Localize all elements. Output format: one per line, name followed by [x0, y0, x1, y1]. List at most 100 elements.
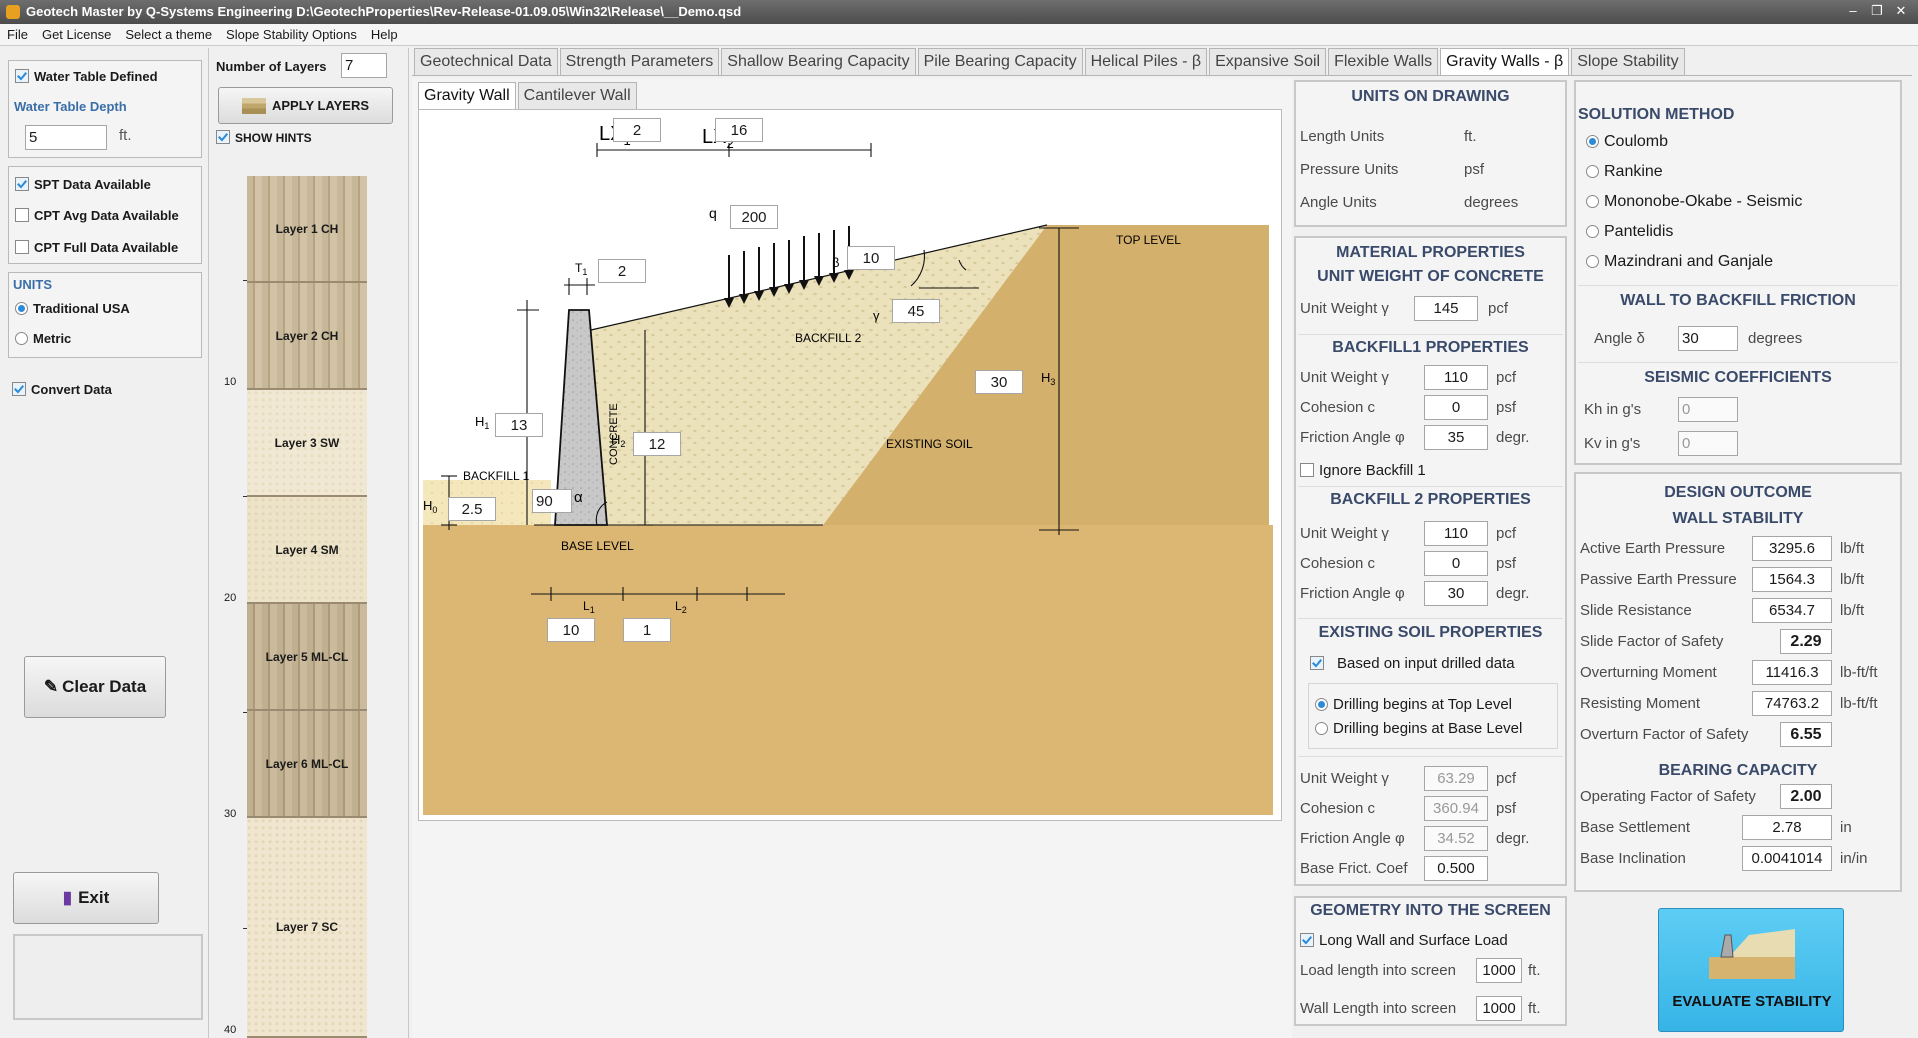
q-input[interactable]: 200: [730, 205, 778, 229]
evaluate-stability-button[interactable]: EVALUATE STABILITY: [1658, 908, 1844, 1032]
close-icon[interactable]: ✕: [1890, 2, 1912, 20]
app-icon: [6, 5, 20, 19]
unit-usa-radio[interactable]: Traditional USA: [15, 301, 130, 316]
unit-metric-radio[interactable]: Metric: [15, 331, 71, 346]
lx1-input[interactable]: 2: [613, 118, 661, 142]
menu-slope-options[interactable]: Slope Stability Options: [219, 24, 364, 45]
bf2-friction-input[interactable]: 30: [1424, 581, 1488, 606]
bf2-unit-weight-input[interactable]: 110: [1424, 521, 1488, 546]
tab-gravity-wall[interactable]: Gravity Wall: [418, 82, 516, 109]
clear-data-button[interactable]: ✎ Clear Data: [24, 656, 166, 718]
exit-button[interactable]: ▮ Exit: [13, 872, 159, 924]
water-table-checkbox[interactable]: Water Table Defined: [15, 69, 158, 84]
menu-select-theme[interactable]: Select a theme: [118, 24, 219, 45]
cpt-avg-checkbox[interactable]: CPT Avg Data Available: [15, 208, 179, 223]
water-table-depth-input[interactable]: 5: [25, 125, 107, 150]
minimize-icon[interactable]: –: [1842, 2, 1864, 20]
drill-base-radio[interactable]: Drilling begins at Base Level: [1315, 720, 1522, 737]
ex-friction-input[interactable]: 34.52: [1424, 826, 1488, 851]
menu-get-license[interactable]: Get License: [35, 24, 118, 45]
ignore-backfill1-checkbox[interactable]: Ignore Backfill 1: [1300, 462, 1426, 479]
ex-cohesion-input[interactable]: 360.94: [1424, 796, 1488, 821]
operating-fos-label: Operating Factor of Safety: [1580, 788, 1756, 805]
method-mazindrani-radio[interactable]: Mazindrani and Ganjale: [1586, 253, 1773, 271]
load-length-unit: ft.: [1528, 962, 1541, 979]
bf2-cohesion-input[interactable]: 0: [1424, 551, 1488, 576]
layer-2[interactable]: Layer 2 CH: [247, 283, 367, 390]
beta-input[interactable]: 10: [847, 246, 895, 270]
geometry-title: GEOMETRY INTO THE SCREEN: [1310, 902, 1551, 919]
layers-icon: [241, 97, 266, 114]
apply-layers-button[interactable]: APPLY LAYERS: [218, 87, 393, 124]
menu-file[interactable]: File: [0, 24, 35, 45]
long-wall-checkbox[interactable]: Long Wall and Surface Load: [1300, 932, 1508, 949]
concrete-weight-input[interactable]: 145: [1414, 296, 1478, 321]
base-inclination-unit: in/in: [1840, 850, 1868, 867]
number-of-layers-input[interactable]: 7: [341, 53, 387, 78]
units-panel: UNITS Traditional USA Metric: [8, 272, 202, 358]
drill-top-radio[interactable]: Drilling begins at Top Level: [1315, 696, 1512, 713]
tab-geotechnical-data[interactable]: Geotechnical Data: [414, 48, 558, 75]
alpha-input[interactable]: 90: [532, 489, 572, 513]
layer-5[interactable]: Layer 5 ML-CL: [247, 604, 367, 711]
layer-3[interactable]: Layer 3 SW: [247, 390, 367, 497]
h2-input[interactable]: 12: [633, 432, 681, 456]
layer-6[interactable]: Layer 6 ML-CL: [247, 711, 367, 818]
method-coulomb-radio[interactable]: Coulomb: [1586, 133, 1668, 151]
bf1-unit-weight-input[interactable]: 110: [1424, 365, 1488, 390]
ex-unit-weight-input[interactable]: 63.29: [1424, 766, 1488, 791]
layer-7[interactable]: Layer 7 SC: [247, 818, 367, 1038]
concrete-label: CONCRETE: [608, 403, 620, 465]
wall-length-unit: ft.: [1528, 1000, 1541, 1017]
show-hints-checkbox[interactable]: SHOW HINTS: [216, 130, 312, 145]
method-pantelidis-radio[interactable]: Pantelidis: [1586, 223, 1673, 241]
cpt-full-checkbox[interactable]: CPT Full Data Available: [15, 240, 178, 255]
wall-length-input[interactable]: 1000: [1476, 996, 1522, 1021]
units-on-drawing-panel: UNITS ON DRAWING Length Units ft. Pressu…: [1294, 80, 1567, 227]
t1-input[interactable]: 2: [598, 259, 646, 283]
kh-input[interactable]: 0: [1678, 397, 1738, 422]
lx2-input[interactable]: 16: [715, 118, 763, 142]
l1-input[interactable]: 10: [547, 618, 595, 642]
layer-1[interactable]: Layer 1 CH: [247, 176, 367, 283]
water-table-label: Water Table Defined: [34, 69, 158, 84]
tab-strength-parameters[interactable]: Strength Parameters: [559, 48, 720, 75]
main-tab-bar: Geotechnical Data Strength Parameters Sh…: [414, 48, 1687, 75]
method-rankine-label: Rankine: [1604, 163, 1663, 180]
bf1-friction-unit: degr.: [1496, 429, 1530, 446]
concrete-weight-title: UNIT WEIGHT OF CONCRETE: [1317, 268, 1544, 285]
restore-icon[interactable]: ❐: [1866, 2, 1888, 20]
tab-gravity-walls[interactable]: Gravity Walls - β: [1440, 48, 1570, 75]
tab-expansive-soil[interactable]: Expansive Soil: [1209, 48, 1327, 75]
menu-help[interactable]: Help: [364, 24, 405, 45]
concrete-weight-label: Unit Weight γ: [1300, 300, 1389, 317]
bf1-cohesion-input[interactable]: 0: [1424, 395, 1488, 420]
tab-cantilever-wall[interactable]: Cantilever Wall: [517, 82, 637, 109]
h3-input[interactable]: 30: [975, 370, 1023, 394]
method-rankine-radio[interactable]: Rankine: [1586, 163, 1663, 181]
bf1-friction-input[interactable]: 35: [1424, 425, 1488, 450]
convert-data-checkbox[interactable]: Convert Data: [12, 382, 112, 397]
kv-input[interactable]: 0: [1678, 431, 1738, 456]
overturn-fos-value: 6.55: [1780, 722, 1832, 747]
kv-label: Kv in g's: [1584, 435, 1641, 452]
tab-shallow-bearing[interactable]: Shallow Bearing Capacity: [721, 48, 916, 75]
tab-pile-bearing[interactable]: Pile Bearing Capacity: [917, 48, 1083, 75]
tab-helical-piles[interactable]: Helical Piles - β: [1084, 48, 1208, 75]
h1-input[interactable]: 13: [495, 413, 543, 437]
friction-angle-input[interactable]: 30: [1678, 326, 1738, 351]
h0-input[interactable]: 2.5: [448, 497, 496, 521]
base-friction-input[interactable]: 0.500: [1424, 856, 1488, 881]
method-mononobe-radio[interactable]: Mononobe-Okabe - Seismic: [1586, 193, 1802, 211]
tab-slope-stability[interactable]: Slope Stability: [1571, 48, 1685, 75]
layer-4[interactable]: Layer 4 SM: [247, 497, 367, 604]
l2-input[interactable]: 1: [623, 618, 671, 642]
drilled-data-checkbox[interactable]: Based on input drilled data: [1310, 655, 1515, 672]
load-length-input[interactable]: 1000: [1476, 958, 1522, 983]
active-pressure-unit: lb/ft: [1840, 540, 1865, 557]
spt-checkbox[interactable]: SPT Data Available: [15, 177, 151, 192]
backfill-1-label: BACKFILL 1: [463, 469, 530, 483]
gamma-input[interactable]: 45: [892, 299, 940, 323]
tab-flexible-walls[interactable]: Flexible Walls: [1328, 48, 1439, 75]
divider: [1298, 334, 1563, 335]
